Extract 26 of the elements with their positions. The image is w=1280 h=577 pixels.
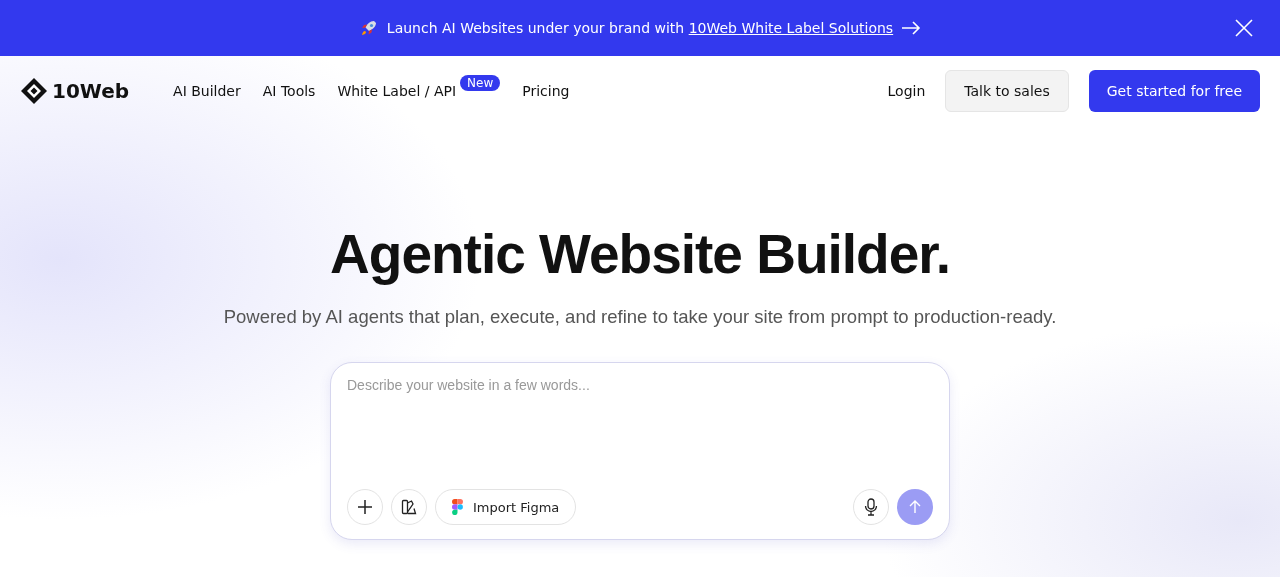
microphone-button[interactable] [853, 489, 889, 525]
close-icon[interactable] [1235, 19, 1253, 37]
hero-title: Agentic Website Builder. [330, 222, 950, 286]
plus-icon [357, 499, 373, 515]
logo-text[interactable]: 10Web [52, 79, 130, 103]
figma-icon [452, 499, 463, 515]
style-button[interactable] [391, 489, 427, 525]
banner-link[interactable]: 10Web White Label Solutions [688, 20, 894, 36]
hero-subtitle: Powered by AI agents that plan, execute, and refine to take your site from prompt to production-ready. [223, 306, 1057, 328]
add-button[interactable] [347, 489, 383, 525]
new-badge: New [460, 75, 501, 91]
prompt-box[interactable]: Describe your website in a few words... Import Figma [330, 362, 950, 540]
arrow-up-icon [909, 500, 921, 514]
nav-link[interactable]: AI Tools [262, 83, 316, 99]
microphone-icon [864, 498, 878, 516]
talk-to-sales-button[interactable]: Talk to sales [945, 70, 1069, 112]
logo-icon [20, 77, 48, 105]
nav-link[interactable]: Pricing [522, 83, 570, 99]
get-started-button[interactable]: Get started for free [1088, 70, 1260, 112]
arrow-right-icon [901, 21, 922, 35]
login-link[interactable]: Login [887, 83, 926, 99]
nav-link[interactable]: AI Builder [173, 83, 241, 99]
banner-text: Launch AI Websites under your brand with 10Web White Label Solutions [386, 20, 894, 36]
nav-link[interactable]: White Label / API [337, 83, 457, 99]
swatch-icon [401, 499, 417, 515]
import-figma-button[interactable]: Import Figma [435, 489, 577, 525]
